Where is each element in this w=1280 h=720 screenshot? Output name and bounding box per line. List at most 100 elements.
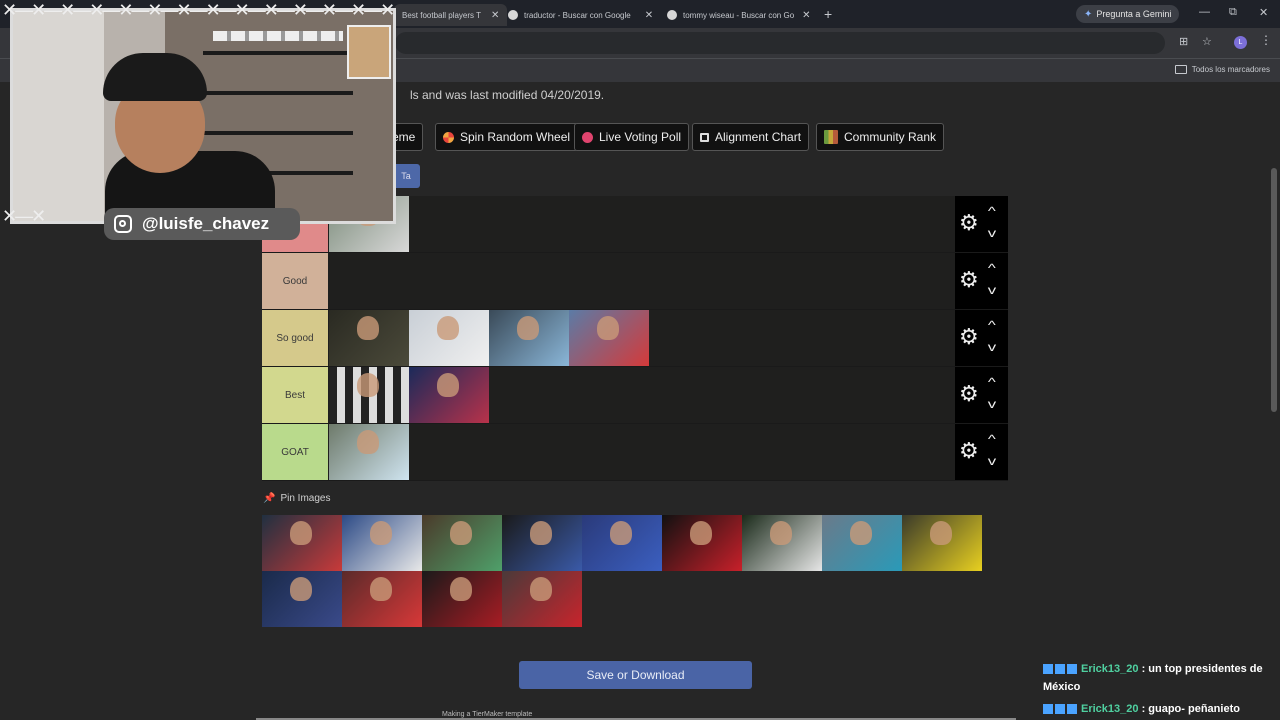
chat-message: Erick13_20 : un top presidentes de Méxic… [1043, 660, 1275, 696]
tier-row: GOAT ⚙ ^ v [262, 424, 1008, 481]
player-image[interactable] [342, 571, 422, 627]
chevron-down-icon[interactable]: v [988, 397, 996, 411]
tier-label[interactable]: GOAT [262, 424, 328, 480]
player-image[interactable] [582, 515, 662, 571]
spin-wheel-button[interactable]: Spin Random Wheel [435, 123, 579, 151]
tab-tommy-wiseau[interactable]: tommy wiseau - Buscar con Go ✕ [667, 4, 811, 26]
gemini-button[interactable]: ✦ Pregunta a Gemini [1076, 5, 1180, 23]
image-pool [262, 515, 984, 627]
player-image[interactable] [409, 310, 489, 366]
chevron-up-icon[interactable]: ^ [988, 204, 996, 218]
player-image[interactable] [502, 515, 582, 571]
tier-controls: ⚙ ^ v [955, 367, 1008, 423]
player-image[interactable] [489, 310, 569, 366]
player-image[interactable] [502, 571, 582, 627]
chat-message: Erick13_20 : guapo- peñanieto [1043, 700, 1275, 718]
profile-avatar[interactable]: L [1234, 36, 1247, 49]
close-tab-icon[interactable]: ✕ [491, 10, 499, 21]
minimize-icon[interactable]: — [1199, 6, 1210, 18]
template-info-text: ls and was last modified 04/20/2019. [410, 88, 605, 102]
tier-controls: ⚙ ^ v [955, 253, 1008, 309]
player-image[interactable] [422, 515, 502, 571]
gear-icon[interactable]: ⚙ [959, 212, 979, 234]
tab-tierlist[interactable]: Best football players T ✕ [394, 4, 508, 26]
wheel-icon [443, 131, 454, 143]
tier-items [329, 424, 409, 480]
shoe-shelf [213, 31, 343, 41]
close-tab-icon[interactable]: ✕ [645, 10, 653, 21]
rank-icon [824, 130, 838, 144]
save-download-button[interactable]: Save or Download [519, 661, 752, 689]
barbed-wire-icon: ✕—✕—✕—✕—✕—✕—✕—✕—✕—✕—✕—✕—✕—✕ [2, 0, 395, 20]
restore-icon[interactable]: ⧉ [1229, 6, 1237, 19]
star-icon[interactable]: ☆ [1202, 35, 1212, 48]
player-image[interactable] [569, 310, 649, 366]
chevron-down-icon[interactable]: v [988, 340, 996, 354]
gear-icon[interactable]: ⚙ [959, 269, 979, 291]
folder-icon [1174, 65, 1187, 74]
tier-controls: ⚙ ^ v [955, 196, 1008, 252]
alignment-chart-button[interactable]: Alignment Chart [692, 123, 810, 151]
new-tab-button[interactable]: + [824, 6, 832, 22]
tier-label[interactable]: So good [262, 310, 328, 366]
all-bookmarks-label: Todos los marcadores [1191, 65, 1270, 74]
player-image[interactable] [409, 367, 489, 423]
spin-wheel-label: Spin Random Wheel [460, 130, 571, 144]
gear-icon[interactable]: ⚙ [959, 326, 979, 348]
chevron-up-icon[interactable]: ^ [988, 261, 996, 275]
tab-title: traductor - Buscar con Google [524, 10, 631, 20]
all-bookmarks[interactable]: Todos los marcadores [1174, 65, 1270, 74]
chevron-up-icon[interactable]: ^ [988, 318, 996, 332]
tab-title: tommy wiseau - Buscar con Go [683, 10, 795, 20]
player-image[interactable] [422, 571, 502, 627]
page-scrollbar[interactable] [1271, 168, 1277, 412]
close-window-icon[interactable]: ✕ [1259, 6, 1268, 19]
google-icon [508, 10, 518, 20]
player-image[interactable] [822, 515, 902, 571]
community-rank-label: Community Rank [844, 130, 937, 144]
gemini-sparkle-icon: ✦ [1084, 8, 1093, 20]
community-rank-button[interactable]: Community Rank [816, 123, 945, 151]
shelf [203, 91, 353, 95]
player-image[interactable] [262, 571, 342, 627]
gear-icon[interactable]: ⚙ [959, 383, 979, 405]
gemini-label: Pregunta a Gemini [1096, 9, 1172, 19]
poll-icon [582, 131, 593, 143]
pin-images-label: Pin Images [280, 493, 331, 504]
tier-row: Good ⚙ ^ v [262, 253, 1008, 310]
tab-traductor[interactable]: traductor - Buscar con Google ✕ [508, 4, 653, 26]
social-handle-badge: @luisfe_chavez [104, 208, 300, 240]
player-image[interactable] [662, 515, 742, 571]
chat-text: : guapo- peñanieto [1141, 703, 1240, 715]
pin-images-toggle[interactable]: 📌 Pin Images [263, 493, 330, 504]
player-image[interactable] [902, 515, 982, 571]
tier-label[interactable]: Best [262, 367, 328, 423]
close-tab-icon[interactable]: ✕ [802, 10, 810, 21]
blue-action-button[interactable]: Ta [392, 164, 420, 188]
chevron-down-icon[interactable]: v [988, 226, 996, 240]
player-image[interactable] [329, 367, 409, 423]
player-image[interactable] [329, 424, 409, 480]
tier-label[interactable]: Good [262, 253, 328, 309]
tier-row: Best ⚙ ^ v [262, 367, 1008, 424]
chevron-up-icon[interactable]: ^ [988, 375, 996, 389]
url-input[interactable] [395, 32, 1165, 54]
social-handle: @luisfe_chavez [142, 214, 270, 233]
player-image[interactable] [342, 515, 422, 571]
player-image[interactable] [329, 310, 409, 366]
menu-dots-icon[interactable]: ⋮ [1260, 33, 1272, 47]
photo-frame [347, 25, 391, 79]
chevron-down-icon[interactable]: v [988, 283, 996, 297]
footer-note: Making a TierMaker template [442, 711, 533, 718]
player-image[interactable] [742, 515, 822, 571]
player-image[interactable] [262, 515, 342, 571]
live-poll-button[interactable]: Live Voting Poll [574, 123, 690, 151]
translate-icon[interactable]: ⊞ [1179, 35, 1188, 48]
pin-icon: 📌 [263, 493, 276, 504]
live-poll-label: Live Voting Poll [599, 130, 682, 144]
chat-badges-icon [1043, 664, 1077, 675]
chevron-up-icon[interactable]: ^ [988, 432, 996, 446]
chevron-down-icon[interactable]: v [988, 454, 996, 468]
chat-badges-icon [1043, 704, 1077, 715]
gear-icon[interactable]: ⚙ [959, 440, 979, 462]
